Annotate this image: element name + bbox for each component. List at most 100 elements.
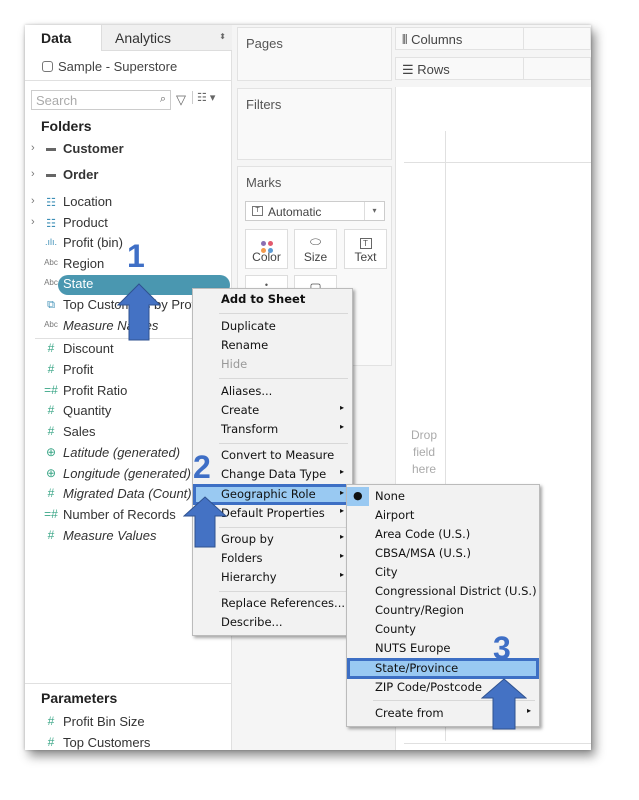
divider [25,683,232,684]
field-product[interactable]: › ☷ Product [25,214,232,234]
menu-separator [219,313,348,314]
data-source-label: Sample - Superstore [58,59,178,74]
submenu-arrow-icon: ▸ [339,488,344,497]
field-label: Profit [63,362,94,377]
step-2-label: 2 [193,449,211,485]
text-mark-icon: T [252,206,263,216]
set-icon: ⧉ [47,299,55,311]
geo-option-area-code[interactable]: Area Code (U.S.) [347,525,539,544]
data-source[interactable]: Sample - Superstore [42,59,177,74]
rows-title: ☰ Rows [402,62,450,78]
menu-label: Replace References... [221,596,346,610]
field-location[interactable]: › ☷ Location [25,193,232,213]
submenu-arrow-icon: ▸ [339,570,344,579]
text-button[interactable]: T Text [344,229,387,269]
submenu-arrow-icon: ▸ [339,422,344,431]
geo-option-city[interactable]: City [347,563,539,582]
columns-shelf[interactable]: ⫴ Columns [395,27,591,50]
field-customer[interactable]: › ▬ Customer [25,140,232,160]
columns-label: Columns [411,32,463,47]
calc-measure-icon: =# [44,383,58,397]
field-label: Number of Records [63,507,176,522]
mark-type-dropdown[interactable]: T Automatic ▾ [245,201,385,221]
field-label: Discount [63,341,114,356]
step-3-arrow-icon [481,678,527,730]
menu-item-create[interactable]: Create ▸ [193,401,352,420]
field-label: Order [63,167,99,182]
field-label: Profit Ratio [63,383,128,398]
search-icon: ⌕ [159,93,166,105]
filters-shelf[interactable]: Filters [237,88,392,160]
updown-arrows-icon: ⬍ [219,32,226,41]
globe-icon: ⊕ [45,466,57,480]
text-label: Text [354,250,377,264]
abc-icon: Abc [44,258,58,267]
expand-chevron-icon[interactable]: › [31,195,35,207]
geo-option-country-region[interactable]: Country/Region [347,601,539,620]
submenu-arrow-icon: ▸ [339,551,344,560]
view-options-icon[interactable]: ☷ ▾ [192,91,215,104]
color-button[interactable]: Color [245,229,288,269]
menu-item-folders[interactable]: Folders ▸ [193,549,352,568]
menu-separator [219,591,348,592]
marks-title: Marks [246,175,282,190]
step-1-arrow-icon [117,283,161,341]
param-top-customers[interactable]: # Top Customers [25,734,232,750]
expand-chevron-icon[interactable]: › [31,168,35,180]
geo-option-airport[interactable]: Airport [347,506,539,525]
search-input[interactable]: Search ⌕ [31,90,171,110]
step-1-label: 1 [127,238,145,274]
menu-label: Change Data Type [221,467,327,481]
bin-icon: .ılı. [44,237,57,247]
measure-icon: # [47,424,55,438]
measure-icon: # [47,403,55,417]
menu-item-add-to-sheet[interactable]: Add to Sheet [193,290,352,309]
field-label: Longitude (generated) [63,466,191,481]
menu-item-duplicate[interactable]: Duplicate [193,317,352,336]
hierarchy-icon: ☷ [46,197,56,209]
menu-label: Folders [221,551,263,565]
grid-line [404,743,591,744]
geo-option-none[interactable]: ● None [347,487,539,506]
menu-item-describe[interactable]: Describe... [193,613,352,632]
field-order[interactable]: › ▬ Order [25,166,232,186]
menu-label: Congressional District (U.S.) [375,584,537,598]
rows-label: Rows [417,62,450,77]
menu-label: State/Province [375,661,459,675]
geo-option-congressional-district[interactable]: Congressional District (U.S.) [347,582,539,601]
search-placeholder: Search [36,93,78,108]
menu-label: City [375,565,398,579]
menu-label: ZIP Code/Postcode [375,680,482,694]
menu-label: Country/Region [375,603,464,617]
menu-item-aliases[interactable]: Aliases... [193,382,352,401]
menu-label: Aliases... [221,384,273,398]
menu-item-transform[interactable]: Transform ▸ [193,420,352,439]
measure-icon: # [47,341,55,355]
color-icon [246,230,287,253]
divider [25,80,232,81]
menu-item-hierarchy[interactable]: Hierarchy ▸ [193,568,352,587]
menu-label: Group by [221,532,274,546]
pages-shelf[interactable]: Pages [237,27,392,81]
columns-title: ⫴ Columns [402,32,462,48]
filters-title: Filters [246,97,282,112]
menu-item-convert-to-measure[interactable]: Convert to Measure [193,446,352,465]
menu-item-change-data-type[interactable]: Change Data Type ▸ [193,465,352,484]
expand-chevron-icon[interactable]: › [31,216,35,228]
measure-icon: # [47,735,55,749]
tab-data[interactable]: Data [25,25,101,51]
geo-option-cbsa-msa[interactable]: CBSA/MSA (U.S.) [347,544,539,563]
divider [523,28,524,49]
expand-chevron-icon[interactable]: › [31,142,35,154]
param-profit-bin-size[interactable]: # Profit Bin Size [25,713,232,733]
menu-item-rename[interactable]: Rename [193,336,352,355]
tab-analytics[interactable]: Analytics ⬍ [101,25,232,51]
drop-field-hint: Drop field here [410,428,437,476]
submenu-arrow-icon: ▸ [339,506,344,515]
filter-icon[interactable]: ▽ [176,92,186,108]
menu-item-replace-references[interactable]: Replace References... [193,594,352,613]
abc-icon: Abc [44,320,58,329]
size-button[interactable]: ⬭ Size [294,229,337,269]
calc-measure-icon: =# [44,507,58,521]
rows-shelf[interactable]: ☰ Rows [395,57,591,80]
